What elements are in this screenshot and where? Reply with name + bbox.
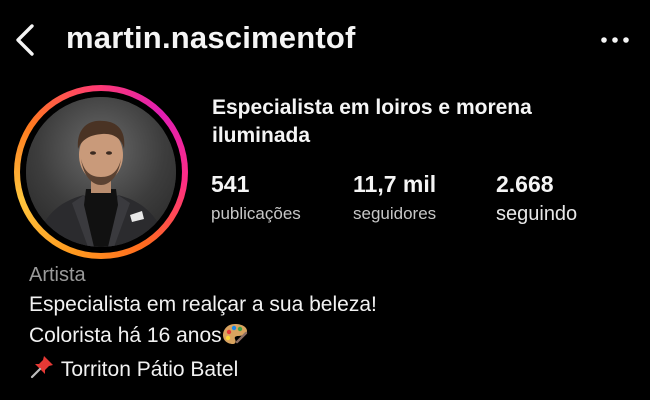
stat-value: 11,7 mil [353, 171, 437, 197]
palette-icon [222, 322, 248, 352]
stat-label: publicações [211, 204, 301, 223]
stat-label: seguindo [496, 203, 578, 225]
stat-followers[interactable]: 11,7 mil seguidores [353, 170, 436, 226]
bio-line-3: Torriton Pátio Batel [29, 354, 238, 386]
story-ring[interactable] [14, 85, 188, 259]
more-options-button[interactable] [598, 30, 632, 50]
stat-posts[interactable]: 541 publicações [211, 170, 301, 226]
stat-label: seguidores [353, 204, 437, 223]
more-horizontal-icon [601, 37, 629, 43]
bio-text: Colorista há 16 anos [29, 324, 222, 347]
profile-username: martin.nascimentof [66, 20, 356, 55]
bio-line-1: Especialista em realçar a sua beleza! [29, 293, 377, 316]
stat-following[interactable]: 2.668 seguindo [496, 170, 577, 226]
profile-screen: martin.nascimentof Especialista em loiro… [0, 0, 650, 400]
avatar [26, 97, 176, 247]
profile-header: martin.nascimentof [0, 0, 650, 80]
back-button[interactable] [12, 22, 42, 58]
stat-value: 2.668 [496, 171, 554, 197]
chevron-left-icon [16, 24, 34, 56]
pushpin-icon [29, 354, 55, 386]
profile-category: Artista [29, 264, 86, 286]
bio-text: Torriton Pátio Batel [60, 358, 239, 381]
stat-value: 541 [211, 171, 250, 197]
bio-line-2: Colorista há 16 anos [29, 322, 248, 352]
profile-display-name: Especialista em loiros e morena iluminad… [212, 96, 532, 147]
profile-photo [26, 97, 176, 247]
